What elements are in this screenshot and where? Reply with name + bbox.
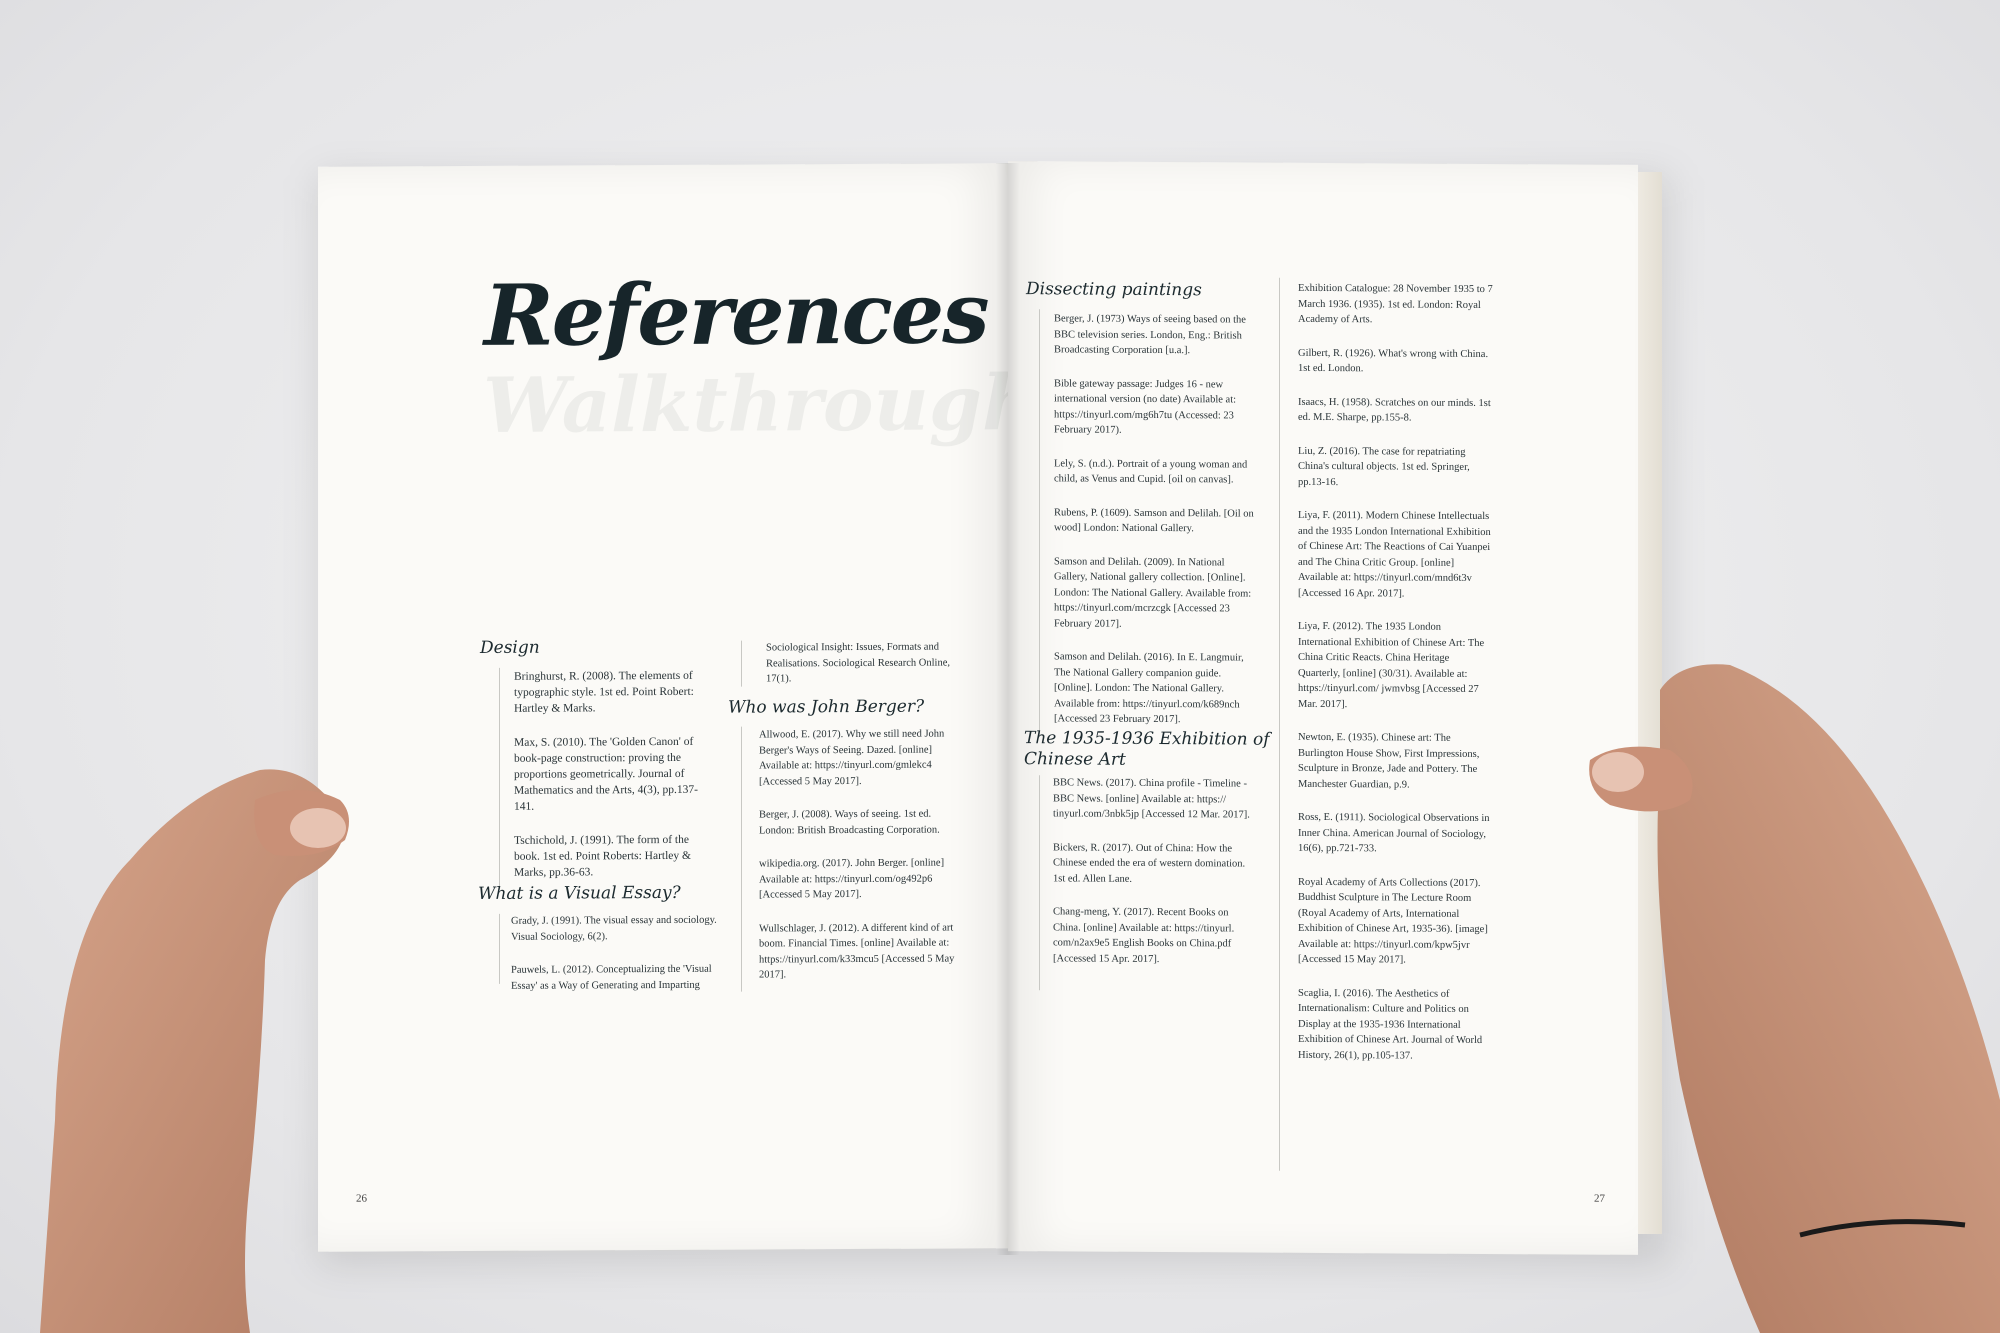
thumbnail-left — [290, 808, 346, 848]
hands-illustration — [40, 664, 2000, 1333]
left-hand — [40, 769, 349, 1333]
thumbnail-right — [1592, 752, 1644, 792]
right-hand — [1589, 664, 2000, 1333]
